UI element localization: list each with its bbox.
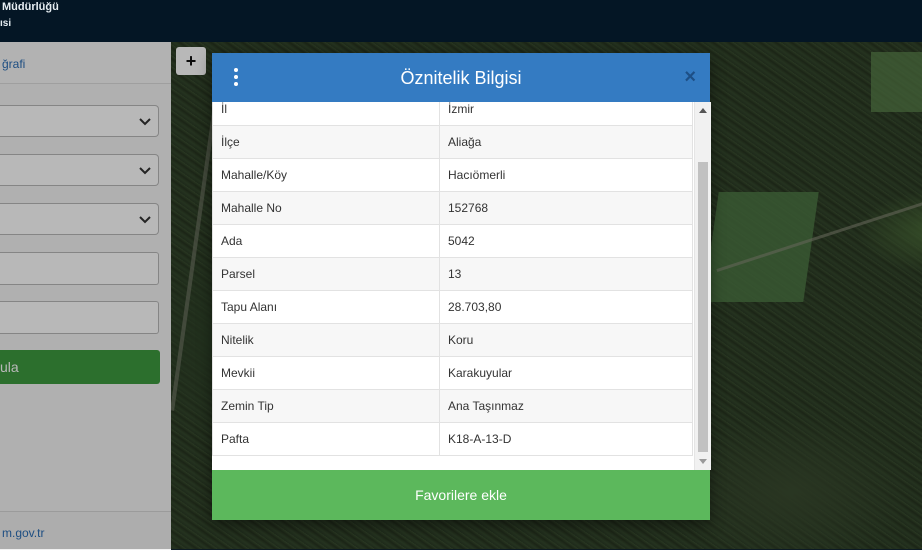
table-row: Zemin Tip Ana Taşınmaz bbox=[212, 389, 693, 423]
table-row: Pafta K18-A-13-D bbox=[212, 422, 693, 456]
attribute-value: 13 bbox=[439, 257, 693, 291]
attribute-key: İlçe bbox=[212, 125, 440, 159]
table-row: İl İzmir bbox=[212, 102, 693, 126]
attribute-key: Tapu Alanı bbox=[212, 290, 440, 324]
header-title-line1: Müdürlüğü bbox=[2, 1, 59, 13]
table-row: İlçe Aliağa bbox=[212, 125, 693, 159]
table-row: Ada 5042 bbox=[212, 224, 693, 258]
attribute-info-modal: Öznitelik Bilgisi × İl İzmir İlçe Aliağa Mah… bbox=[212, 53, 711, 520]
attribute-key: Zemin Tip bbox=[212, 389, 440, 423]
attribute-value: 5042 bbox=[439, 224, 693, 258]
scroll-up-arrow-icon[interactable] bbox=[699, 108, 707, 113]
attribute-value: Ana Taşınmaz bbox=[439, 389, 693, 423]
attribute-value: 28.703,80 bbox=[439, 290, 693, 324]
attribute-key: Nitelik bbox=[212, 323, 440, 357]
attribute-table-container[interactable]: İl İzmir İlçe Aliağa Mahalle/Köy Hacıömerli Ma… bbox=[212, 102, 694, 470]
table-row: Mahalle/Köy Hacıömerli bbox=[212, 158, 693, 192]
attribute-value: Hacıömerli bbox=[439, 158, 693, 192]
header-title-line2: ısi bbox=[0, 18, 12, 29]
table-row: Tapu Alanı 28.703,80 bbox=[212, 290, 693, 324]
attribute-value: K18-A-13-D bbox=[439, 422, 693, 456]
attribute-key: Parsel bbox=[212, 257, 440, 291]
modal-header: Öznitelik Bilgisi × bbox=[212, 53, 710, 102]
table-scrollbar[interactable] bbox=[694, 102, 711, 470]
attribute-key: İl bbox=[212, 102, 440, 126]
attribute-key: Mahalle/Köy bbox=[212, 158, 440, 192]
attribute-value: İzmir bbox=[439, 102, 693, 126]
table-row: Nitelik Koru bbox=[212, 323, 693, 357]
attribute-value: Koru bbox=[439, 323, 693, 357]
table-row: Parsel 13 bbox=[212, 257, 693, 291]
table-row: Mevkii Karakuyular bbox=[212, 356, 693, 390]
attribute-key: Ada bbox=[212, 224, 440, 258]
scrollbar-thumb[interactable] bbox=[698, 162, 708, 452]
scroll-down-arrow-icon[interactable] bbox=[699, 459, 707, 464]
top-header-bar: Müdürlüğü ısi bbox=[0, 0, 922, 42]
attribute-value: 152768 bbox=[439, 191, 693, 225]
table-row: Mahalle No 152768 bbox=[212, 191, 693, 225]
modal-title: Öznitelik Bilgisi bbox=[400, 68, 522, 88]
add-to-favorites-button[interactable]: Favorilere ekle bbox=[212, 470, 710, 520]
attribute-key: Mahalle No bbox=[212, 191, 440, 225]
attribute-key: Mevkii bbox=[212, 356, 440, 390]
attribute-table: İl İzmir İlçe Aliağa Mahalle/Köy Hacıömerli Ma… bbox=[212, 102, 693, 456]
attribute-key: Pafta bbox=[212, 422, 440, 456]
attribute-value: Aliağa bbox=[439, 125, 693, 159]
close-icon[interactable]: × bbox=[684, 66, 696, 89]
attribute-value: Karakuyular bbox=[439, 356, 693, 390]
